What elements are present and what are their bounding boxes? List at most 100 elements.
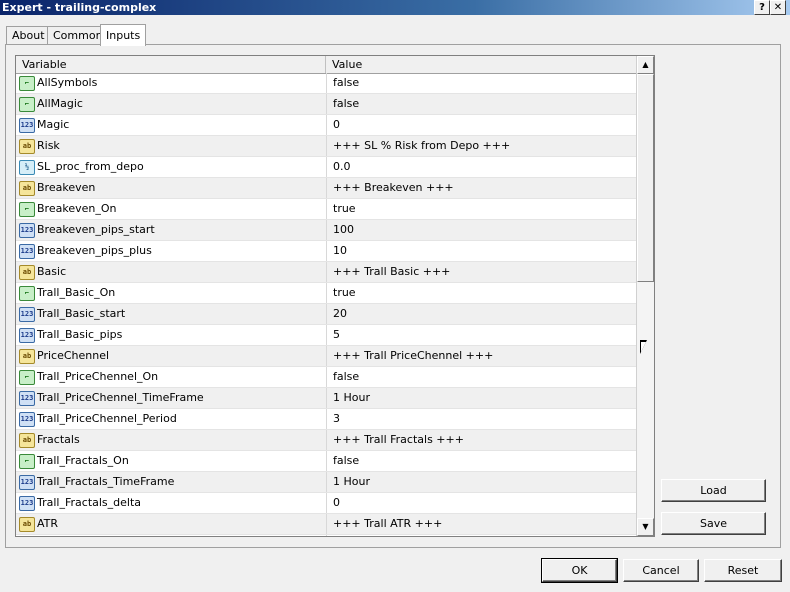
value-cell[interactable]: +++ Trall PriceChennel +++ (333, 346, 633, 366)
column-value[interactable]: Value (326, 56, 637, 73)
close-button[interactable]: ✕ (770, 0, 786, 15)
table-row[interactable]: ⌐ AllSymbols false (16, 73, 637, 94)
value-cell[interactable]: 5 (333, 325, 633, 345)
inputs-grid: Variable Value ⌐ AllSymbols false ⌐ AllMagic… (15, 55, 655, 537)
help-button[interactable]: ? (754, 0, 770, 15)
table-row[interactable]: 123 Breakeven_pips_plus 10 (16, 241, 637, 262)
value-cell[interactable]: 1 Hour (333, 472, 633, 492)
table-row[interactable]: 123 Trall_PriceChennel_Period 3 (16, 409, 637, 430)
variable-cell: ab PriceChennel (16, 346, 327, 366)
value-cell[interactable]: +++ Trall Fractals +++ (333, 430, 633, 450)
variable-cell: 123 Magic (16, 115, 327, 135)
bool-icon: ⌐ (19, 202, 35, 217)
int-icon: 123 (19, 307, 35, 322)
table-row[interactable]: 123 Trall_Basic_start 20 (16, 304, 637, 325)
table-row[interactable]: ⌐Trall_ATR_On false (16, 535, 637, 536)
table-row[interactable]: ⌐ Breakeven_On true (16, 199, 637, 220)
scroll-down-icon[interactable]: ▼ (637, 518, 654, 536)
save-button[interactable]: Save (661, 512, 766, 535)
value-cell[interactable]: 20 (333, 304, 633, 324)
scroll-up-icon[interactable]: ▲ (637, 56, 654, 74)
string-icon: ab (19, 181, 35, 196)
variable-name: Breakeven_pips_plus (37, 244, 152, 257)
tab-inputs[interactable]: Inputs (100, 24, 147, 46)
variable-cell: ab Fractals (16, 430, 327, 450)
value-cell[interactable]: true (333, 283, 633, 303)
value-cell[interactable]: 10 (333, 241, 633, 261)
int-icon: 123 (19, 475, 35, 490)
vertical-scrollbar[interactable]: ▲ ▼ (636, 56, 654, 536)
reset-button[interactable]: Reset (704, 559, 782, 582)
table-row[interactable]: ⌐ Trall_PriceChennel_On false (16, 367, 637, 388)
int-icon: 123 (19, 391, 35, 406)
value-cell[interactable]: 1 Hour (333, 388, 633, 408)
table-row[interactable]: ab Breakeven +++ Breakeven +++ (16, 178, 637, 199)
scroll-thumb[interactable] (637, 74, 654, 282)
int-icon: 123 (19, 412, 35, 427)
table-row[interactable]: ab Fractals +++ Trall Fractals +++ (16, 430, 637, 451)
table-row[interactable]: ⌐ AllMagic false (16, 94, 637, 115)
value-cell[interactable]: +++ Breakeven +++ (333, 178, 633, 198)
variable-cell: ⌐ Trall_PriceChennel_On (16, 367, 327, 387)
variable-cell: ⌐ Trall_Basic_On (16, 283, 327, 303)
variable-name: AllMagic (37, 97, 83, 110)
table-row[interactable]: ab ATR +++ Trall ATR +++ (16, 514, 637, 535)
variable-name: Breakeven_pips_start (37, 223, 155, 236)
string-icon: ab (19, 139, 35, 154)
table-row[interactable]: ⌐ Trall_Basic_On true (16, 283, 637, 304)
table-row[interactable]: 123 Trall_PriceChennel_TimeFrame 1 Hour (16, 388, 637, 409)
bool-icon: ⌐ (19, 76, 35, 91)
value-cell[interactable]: true (333, 199, 633, 219)
table-row[interactable]: 123 Trall_Fractals_delta 0 (16, 493, 637, 514)
variable-cell: ⌐ AllSymbols (16, 73, 327, 93)
value-cell[interactable]: +++ Trall Basic +++ (333, 262, 633, 282)
variable-name: Trall_Fractals_On (37, 454, 129, 467)
variable-name: Basic (37, 265, 67, 278)
variable-name: Trall_PriceChennel_On (37, 370, 159, 383)
value-cell[interactable]: false (333, 73, 633, 93)
value-cell[interactable]: false (333, 94, 633, 114)
tab-about[interactable]: About (6, 26, 51, 45)
variable-cell: ab Risk (16, 136, 327, 156)
table-row[interactable]: 123 Breakeven_pips_start 100 (16, 220, 637, 241)
int-icon: 123 (19, 496, 35, 511)
value-cell[interactable]: +++ Trall ATR +++ (333, 514, 633, 534)
variable-cell: 123 Trall_Fractals_TimeFrame (16, 472, 327, 492)
variable-cell: 123 Trall_PriceChennel_TimeFrame (16, 388, 327, 408)
variable-cell: ⌐ Trall_Fractals_On (16, 451, 327, 471)
variable-name: Trall_ATR_On (37, 535, 107, 536)
table-row[interactable]: ab Risk +++ SL % Risk from Depo +++ (16, 136, 637, 157)
table-row[interactable]: 123 Trall_Basic_pips 5 (16, 325, 637, 346)
value-cell[interactable]: 3 (333, 409, 633, 429)
ok-button[interactable]: OK (541, 558, 618, 583)
column-variable[interactable]: Variable (16, 56, 326, 73)
table-row[interactable]: 123 Magic 0 (16, 115, 637, 136)
value-cell[interactable]: 100 (333, 220, 633, 240)
value-cell[interactable]: 0 (333, 493, 633, 513)
load-button[interactable]: Load (661, 479, 766, 502)
value-cell[interactable]: false (333, 535, 633, 536)
string-icon: ab (19, 433, 35, 448)
grid-header: Variable Value (16, 56, 637, 74)
table-row[interactable]: 123 Trall_Fractals_TimeFrame 1 Hour (16, 472, 637, 493)
variable-name: ATR (37, 517, 59, 530)
variable-cell: ⌐Trall_ATR_On (16, 535, 327, 536)
int-icon: 123 (19, 223, 35, 238)
string-icon: ab (19, 517, 35, 532)
variable-name: Trall_Basic_pips (37, 328, 123, 341)
variable-name: Risk (37, 139, 60, 152)
variable-cell: ab ATR (16, 514, 327, 534)
value-cell[interactable]: false (333, 451, 633, 471)
table-row[interactable]: ab PriceChennel +++ Trall PriceChennel +++ (16, 346, 637, 367)
value-cell[interactable]: false (333, 367, 633, 387)
value-cell[interactable]: 0 (333, 115, 633, 135)
value-cell[interactable]: 0.0 (333, 157, 633, 177)
cancel-button[interactable]: Cancel (623, 559, 699, 582)
variable-cell: 123 Trall_Basic_start (16, 304, 327, 324)
value-cell[interactable]: +++ SL % Risk from Depo +++ (333, 136, 633, 156)
table-row[interactable]: ⌐ Trall_Fractals_On false (16, 451, 637, 472)
variable-name: Trall_Basic_start (37, 307, 126, 320)
variable-cell: 123 Breakeven_pips_plus (16, 241, 327, 261)
table-row[interactable]: ½ SL_proc_from_depo 0.0 (16, 157, 637, 178)
table-row[interactable]: ab Basic +++ Trall Basic +++ (16, 262, 637, 283)
